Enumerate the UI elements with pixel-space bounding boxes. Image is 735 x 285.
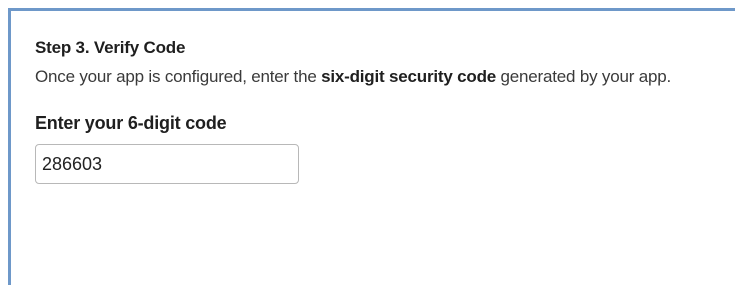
verify-code-content: Step 3. Verify Code Once your app is con…: [35, 36, 725, 184]
description-emphasis: six-digit security code: [321, 67, 497, 86]
six-digit-code-input[interactable]: [35, 144, 299, 184]
description-text-before: Once your app is configured, enter the: [35, 67, 322, 86]
verify-code-panel: Step 3. Verify Code Once your app is con…: [8, 8, 735, 285]
code-field-label: Enter your 6-digit code: [35, 113, 227, 133]
step-description: Once your app is configured, enter the s…: [35, 60, 725, 93]
step-title: Step 3. Verify Code: [35, 38, 186, 57]
description-text-after: generated by your app.: [496, 67, 672, 86]
